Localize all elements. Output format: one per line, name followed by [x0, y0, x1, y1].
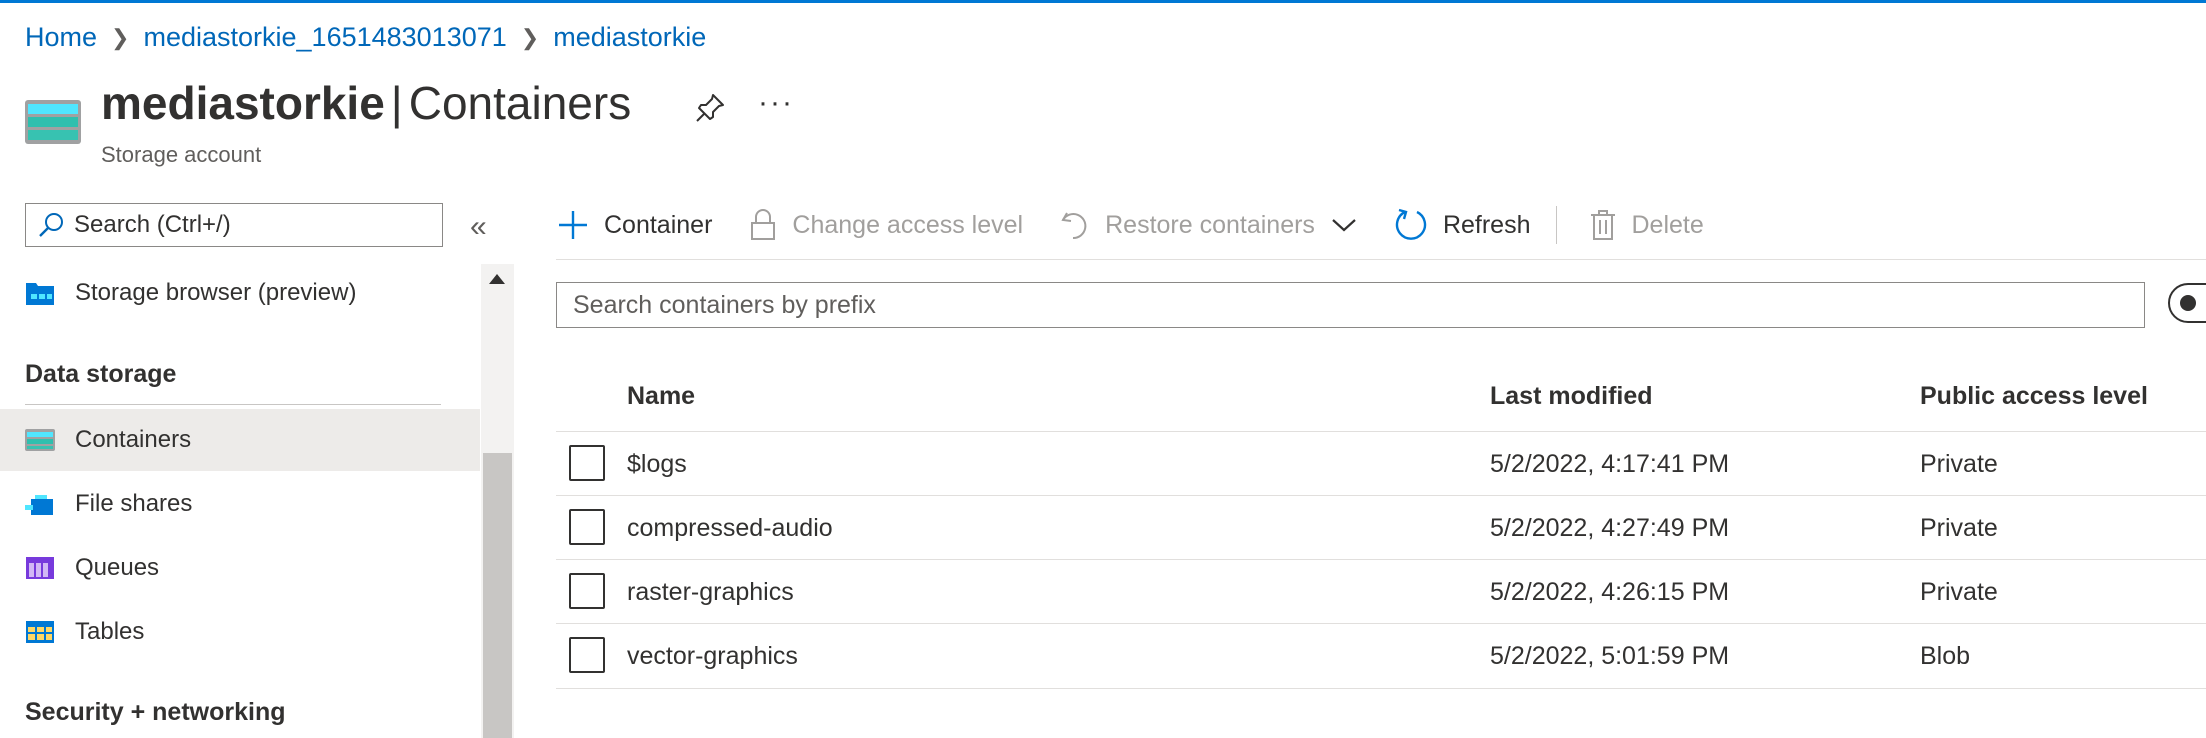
sidebar-item-tables[interactable]: Tables	[0, 601, 480, 663]
breadcrumb: Home ❯ mediastorkie_1651483013071 ❯ medi…	[25, 22, 706, 53]
column-header-last-modified[interactable]: Last modified	[1490, 382, 1653, 411]
add-container-button[interactable]: Container	[556, 208, 712, 242]
plus-icon	[559, 211, 587, 239]
delete-label: Delete	[1631, 210, 1704, 239]
container-name[interactable]: $logs	[627, 450, 687, 479]
nav-search-box[interactable]	[25, 203, 443, 247]
page-subtitle: Storage account	[101, 142, 262, 167]
container-filter-box[interactable]	[556, 282, 2145, 328]
add-container-label: Container	[604, 210, 713, 239]
restore-containers-label: Restore containers	[1105, 210, 1315, 239]
sidebar-item-label: Containers	[75, 426, 192, 453]
table-row[interactable]: compressed-audio 5/2/2022, 4:27:49 PM Pr…	[556, 495, 2206, 560]
page-name: Containers	[408, 77, 632, 129]
nav-group-data-storage: Data storage	[25, 360, 177, 388]
delete-button[interactable]: Delete	[1589, 208, 1704, 242]
chevron-down-icon[interactable]	[1331, 217, 1357, 233]
breadcrumb-storage-account[interactable]: mediastorkie	[553, 22, 706, 53]
nav-group-security-networking: Security + networking	[25, 698, 286, 726]
chevron-right-icon: ❯	[520, 24, 540, 50]
row-checkbox[interactable]	[569, 573, 605, 609]
refresh-button[interactable]: Refresh	[1393, 207, 1531, 243]
containers-icon	[25, 429, 55, 451]
nav-scrollbar-thumb[interactable]	[483, 453, 512, 738]
chevron-right-icon: ❯	[111, 24, 130, 50]
nav-search-input[interactable]	[72, 210, 436, 240]
breadcrumb-home[interactable]: Home	[25, 22, 97, 53]
scroll-up-arrow-icon[interactable]	[489, 274, 505, 284]
last-modified: 5/2/2022, 4:26:15 PM	[1490, 578, 1730, 606]
last-modified: 5/2/2022, 5:01:59 PM	[1490, 642, 1730, 670]
container-prefix-search-input[interactable]	[557, 283, 2144, 327]
restore-containers-button[interactable]: Restore containers	[1059, 208, 1357, 242]
public-access-level: Private	[1920, 514, 1998, 542]
show-deleted-toggle[interactable]	[2168, 283, 2206, 323]
table-row[interactable]: vector-graphics 5/2/2022, 5:01:59 PM Blo…	[556, 623, 2206, 689]
row-checkbox[interactable]	[569, 637, 605, 673]
storage-browser-icon	[26, 283, 54, 305]
sidebar-item-queues[interactable]: Queues	[0, 537, 480, 599]
command-bar: Container Change access level Restore co…	[556, 202, 1740, 248]
collapse-nav-icon[interactable]: «	[470, 210, 487, 244]
refresh-label: Refresh	[1442, 210, 1531, 239]
row-checkbox[interactable]	[569, 445, 605, 481]
change-access-level-label: Change access level	[792, 210, 1024, 239]
toolbar-separator	[1556, 206, 1558, 244]
public-access-level: Private	[1920, 578, 1998, 606]
sidebar-item-file-shares[interactable]: File shares	[0, 473, 480, 535]
container-name[interactable]: compressed-audio	[627, 514, 833, 543]
top-accent-bar	[0, 0, 2206, 3]
page-title: mediastorkie | Containers	[101, 76, 631, 130]
change-access-level-button[interactable]: Change access level	[748, 208, 1023, 242]
sidebar-item-label: File shares	[75, 490, 193, 517]
title-separator: |	[390, 77, 403, 129]
storage-account-icon	[25, 100, 81, 144]
last-modified: 5/2/2022, 4:17:41 PM	[1490, 450, 1730, 478]
refresh-icon	[1395, 208, 1427, 240]
more-options-icon[interactable]: ···	[758, 86, 794, 120]
toolbar-divider	[556, 259, 2206, 260]
resource-name: mediastorkie	[101, 77, 385, 129]
container-name[interactable]: vector-graphics	[627, 642, 798, 671]
lock-icon	[751, 209, 776, 240]
column-header-public-access-level[interactable]: Public access level	[1920, 382, 2148, 411]
breadcrumb-resource-group[interactable]: mediastorkie_1651483013071	[143, 22, 506, 53]
sidebar-item-storage-browser[interactable]: Storage browser (preview)	[0, 262, 480, 324]
sidebar-item-label: Tables	[75, 618, 145, 645]
toggle-knob	[2180, 295, 2196, 311]
table-row[interactable]: raster-graphics 5/2/2022, 4:26:15 PM Pri…	[556, 559, 2206, 624]
public-access-level: Blob	[1920, 642, 1971, 670]
undo-icon	[1061, 212, 1087, 240]
pin-icon[interactable]	[694, 92, 726, 124]
container-name[interactable]: raster-graphics	[627, 578, 794, 607]
tables-icon	[26, 621, 54, 643]
sidebar-item-label: Queues	[75, 554, 160, 581]
nav-divider	[25, 404, 441, 405]
last-modified: 5/2/2022, 4:27:49 PM	[1490, 514, 1730, 542]
public-access-level: Private	[1920, 450, 1998, 478]
queues-icon	[26, 557, 54, 579]
sidebar-item-label: Storage browser (preview)	[75, 279, 357, 306]
file-shares-icon	[25, 495, 53, 515]
search-icon	[39, 213, 63, 237]
row-checkbox[interactable]	[569, 509, 605, 545]
trash-icon	[1591, 210, 1616, 240]
table-row[interactable]: $logs 5/2/2022, 4:17:41 PM Private	[556, 431, 2206, 496]
sidebar-item-containers[interactable]: Containers	[0, 409, 480, 471]
column-header-name[interactable]: Name	[627, 382, 695, 411]
